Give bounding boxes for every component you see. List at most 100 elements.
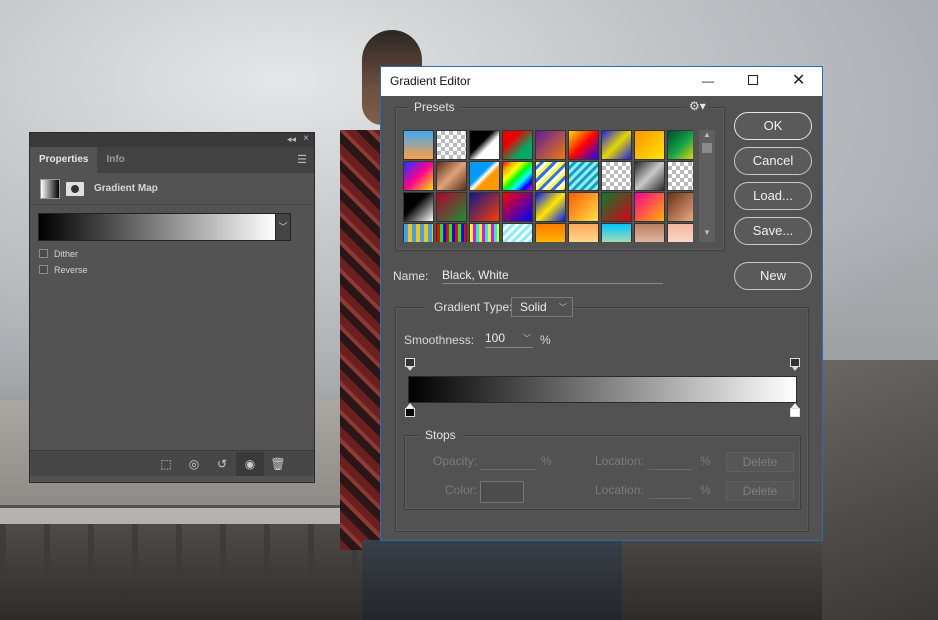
opacity-stop-left[interactable]	[405, 358, 415, 372]
background-person-jeans	[362, 540, 622, 620]
smoothness-input[interactable]: 100 ﹀	[485, 331, 533, 348]
opacity-stop-right[interactable]	[790, 358, 800, 372]
gradient-type-value: Solid	[520, 300, 547, 314]
preset-swatch[interactable]	[469, 130, 500, 160]
preset-swatch[interactable]	[568, 192, 599, 222]
preset-swatch[interactable]	[403, 192, 434, 222]
preset-swatch[interactable]	[403, 130, 434, 160]
collapse-icon[interactable]: ◂◂	[287, 134, 296, 145]
preset-swatch[interactable]	[667, 130, 693, 160]
preset-swatch[interactable]	[535, 192, 566, 222]
preset-swatch[interactable]	[568, 161, 599, 191]
stops-group: Stops Opacity: % Location: % Delete Colo…	[404, 428, 801, 510]
preset-swatch[interactable]	[535, 161, 566, 191]
reset-icon[interactable]: ↺	[208, 452, 236, 476]
preset-swatch[interactable]	[634, 161, 665, 191]
preset-swatch[interactable]	[535, 130, 566, 160]
scrollbar-thumb[interactable]	[702, 143, 712, 153]
minimize-icon[interactable]: —	[702, 74, 714, 88]
color-stop-left[interactable]	[405, 403, 415, 419]
preset-swatch[interactable]	[469, 161, 500, 191]
background-railing-posts	[0, 524, 380, 574]
preset-swatch[interactable]	[667, 223, 693, 242]
delete-color-stop-button[interactable]: Delete	[726, 481, 794, 501]
smoothness-value: 100	[485, 331, 506, 345]
gradient-type-label: Gradient Type:	[424, 300, 519, 314]
clip-to-layer-icon[interactable]: ⬚	[152, 452, 180, 476]
layer-mask-icon[interactable]	[66, 181, 84, 196]
scroll-up-icon[interactable]: ▲	[703, 130, 711, 139]
preset-swatch[interactable]	[403, 161, 434, 191]
preset-swatch[interactable]	[667, 161, 693, 191]
load-button[interactable]: Load...	[734, 182, 812, 210]
delete-opacity-stop-button[interactable]: Delete	[726, 452, 794, 472]
gradient-type-select[interactable]: Solid ﹀	[511, 297, 573, 317]
properties-layer-header: Gradient Map	[30, 173, 314, 205]
preset-swatch[interactable]	[403, 223, 434, 242]
cancel-button[interactable]: Cancel	[734, 147, 812, 175]
preset-swatch[interactable]	[634, 192, 665, 222]
scroll-down-icon[interactable]: ▼	[703, 228, 711, 237]
preset-swatch[interactable]	[535, 223, 566, 242]
opacity-location-percent: %	[700, 454, 711, 468]
dither-option[interactable]: Dither	[39, 248, 314, 259]
view-previous-state-icon[interactable]: ◎	[180, 452, 208, 476]
tab-info[interactable]: Info	[97, 147, 133, 173]
presets-scrollbar[interactable]: ▲ ▼	[699, 130, 715, 242]
properties-panel-titlebar[interactable]: ◂◂ ×	[30, 133, 314, 147]
name-input[interactable]: Black, White	[442, 266, 663, 284]
gradient-type-group: Gradient Type: Solid ﹀ Smoothness: 100 ﹀…	[395, 297, 809, 532]
opacity-location-input[interactable]	[649, 454, 693, 470]
reverse-label: Reverse	[54, 264, 88, 275]
preset-swatch[interactable]	[436, 192, 467, 222]
properties-footer: ⬚ ◎ ↺ ◉ 🗑	[30, 450, 314, 476]
preset-swatch[interactable]	[469, 223, 500, 242]
ok-button[interactable]: OK	[734, 112, 812, 140]
preset-swatch[interactable]	[436, 161, 467, 191]
preset-swatch[interactable]	[469, 192, 500, 222]
chevron-down-icon[interactable]: ﹀	[523, 333, 531, 344]
maximize-icon[interactable]	[748, 75, 758, 85]
preset-swatch[interactable]	[601, 223, 632, 242]
preset-swatch[interactable]	[634, 223, 665, 242]
preset-swatch[interactable]	[502, 192, 533, 222]
opacity-input[interactable]	[480, 454, 536, 470]
preset-swatch[interactable]	[667, 192, 693, 222]
gradient-preview[interactable]	[38, 213, 276, 241]
delete-icon[interactable]: 🗑	[264, 452, 292, 476]
presets-group: Presets ⚙▾ ▲ ▼	[395, 99, 725, 251]
reverse-checkbox[interactable]	[39, 265, 48, 274]
name-label: Name:	[393, 269, 429, 283]
visibility-icon[interactable]: ◉	[236, 451, 264, 476]
color-swatch[interactable]	[480, 481, 524, 503]
close-icon[interactable]: ✕	[792, 70, 805, 90]
preset-swatch[interactable]	[634, 130, 665, 160]
reverse-option[interactable]: Reverse	[39, 264, 314, 275]
tab-properties[interactable]: Properties	[30, 147, 98, 173]
dither-label: Dither	[54, 248, 79, 259]
preset-swatch[interactable]	[568, 130, 599, 160]
panel-menu-icon[interactable]: ☰	[297, 153, 307, 166]
background-right-railing	[822, 360, 938, 620]
preset-swatch[interactable]	[502, 161, 533, 191]
preset-swatch[interactable]	[502, 130, 533, 160]
color-location-input[interactable]	[649, 483, 693, 499]
preset-swatch[interactable]	[601, 192, 632, 222]
close-icon[interactable]: ×	[303, 133, 309, 144]
gradient-editor-titlebar[interactable]: Gradient Editor — ✕	[381, 67, 822, 96]
new-button[interactable]: New	[734, 262, 812, 290]
preset-swatch[interactable]	[502, 223, 533, 242]
preset-swatch[interactable]	[601, 161, 632, 191]
gear-icon[interactable]: ⚙▾	[686, 99, 709, 113]
color-stop-right[interactable]	[790, 403, 800, 419]
chevron-down-icon: ﹀	[559, 303, 567, 312]
gradient-bar[interactable]	[408, 376, 797, 403]
preset-swatch[interactable]	[601, 130, 632, 160]
save-button[interactable]: Save...	[734, 217, 812, 245]
preset-swatch[interactable]	[568, 223, 599, 242]
dither-checkbox[interactable]	[39, 249, 48, 258]
preset-swatch[interactable]	[436, 223, 467, 242]
color-location-label: Location:	[595, 483, 644, 497]
gradient-dropdown-button[interactable]: ﹀	[276, 213, 291, 241]
preset-swatch[interactable]	[436, 130, 467, 160]
